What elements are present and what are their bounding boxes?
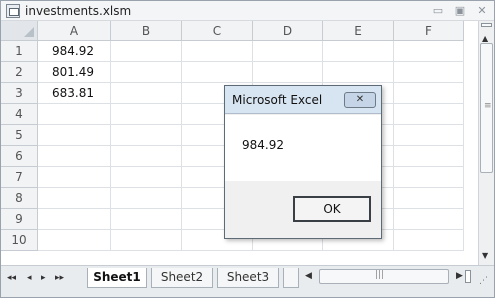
row-header-3[interactable]: 3 [1,83,38,104]
cell-b1[interactable] [111,41,182,62]
scroll-up-icon[interactable]: ▲ [482,34,488,43]
row-header-7[interactable]: 7 [1,167,38,188]
sheet-tab-bar: ◂◂ ◂ ▸ ▸▸ Sheet1 Sheet2 Sheet3 ◀ ||| ▶ ⋰ [1,265,494,297]
horizontal-split-box[interactable] [465,270,471,283]
cell-a1[interactable]: 984.92 [38,41,111,62]
cell-b8[interactable] [111,188,182,209]
grip-icon: ≡ [484,101,492,111]
first-sheet-icon[interactable]: ◂◂ [7,273,16,283]
row-header-4[interactable]: 4 [1,104,38,125]
cell-e1[interactable] [323,41,394,62]
cell-a4[interactable] [38,104,111,125]
resize-grip-icon[interactable]: ⋰ [479,276,488,286]
row-header-1[interactable]: 1 [1,41,38,62]
prev-sheet-icon[interactable]: ◂ [27,273,32,283]
cell-f4[interactable] [394,104,464,125]
cell-b9[interactable] [111,209,182,230]
column-header-b[interactable]: B [111,21,182,41]
row-header-8[interactable]: 8 [1,188,38,209]
row-header-10[interactable]: 10 [1,230,38,251]
row-header-5[interactable]: 5 [1,125,38,146]
tab-sheet1[interactable]: Sheet1 [87,268,147,288]
column-header-a[interactable]: A [38,21,111,41]
cell-a3[interactable]: 683.81 [38,83,111,104]
last-sheet-icon[interactable]: ▸▸ [55,273,64,283]
dialog-body: 984.92 [225,115,381,181]
cell-b4[interactable] [111,104,182,125]
cell-f9[interactable] [394,209,464,230]
cell-c1[interactable] [182,41,253,62]
tab-sheet3[interactable]: Sheet3 [217,268,279,288]
split-box[interactable] [481,23,492,27]
scroll-right-icon[interactable]: ▶ [456,271,463,281]
cell-d1[interactable] [253,41,323,62]
cell-b5[interactable] [111,125,182,146]
window-title: investments.xlsm [25,4,132,18]
column-header-f[interactable]: F [394,21,464,41]
tab-sheet2[interactable]: Sheet2 [151,268,213,288]
maximize-icon[interactable]: ▣ [453,4,467,18]
cell-b7[interactable] [111,167,182,188]
cell-b2[interactable] [111,62,182,83]
cell-d2[interactable] [253,62,323,83]
row-header-9[interactable]: 9 [1,209,38,230]
close-icon[interactable]: ✕ [475,4,489,18]
cell-f3[interactable] [394,83,464,104]
row-header-2[interactable]: 2 [1,62,38,83]
cell-f7[interactable] [394,167,464,188]
cell-a5[interactable] [38,125,111,146]
cell-c2[interactable] [182,62,253,83]
cell-b6[interactable] [111,146,182,167]
minimize-icon[interactable]: ▭ [431,4,445,18]
dialog-close-icon[interactable]: ✕ [344,92,376,108]
excel-window: investments.xlsm ▭ ▣ ✕ A B C D E F 1 984.92 2 801… [0,0,495,298]
insert-sheet-tab[interactable] [283,268,299,288]
cell-f2[interactable] [394,62,464,83]
row-header-6[interactable]: 6 [1,146,38,167]
vertical-scrollbar[interactable]: ▲ ≡ ▼ [478,21,494,265]
vertical-scroll-thumb[interactable]: ≡ [480,43,493,173]
cell-f5[interactable] [394,125,464,146]
select-all-corner[interactable] [1,21,38,41]
cell-a6[interactable] [38,146,111,167]
column-header-d[interactable]: D [253,21,323,41]
scroll-left-icon[interactable]: ◀ [305,271,312,281]
cell-f1[interactable] [394,41,464,62]
message-box: Microsoft Excel ✕ 984.92 OK [224,85,382,239]
horizontal-scroll-thumb[interactable]: ||| [319,269,449,284]
ok-button[interactable]: OK [293,196,371,222]
next-sheet-icon[interactable]: ▸ [41,273,46,283]
excel-document-icon[interactable] [6,4,20,18]
cell-e2[interactable] [323,62,394,83]
cell-f10[interactable] [394,230,464,251]
cell-a10[interactable] [38,230,111,251]
title-bar: investments.xlsm ▭ ▣ ✕ [1,1,494,21]
cell-a9[interactable] [38,209,111,230]
column-header-e[interactable]: E [323,21,394,41]
cell-a2[interactable]: 801.49 [38,62,111,83]
cell-f8[interactable] [394,188,464,209]
dialog-message: 984.92 [242,138,284,152]
cell-b10[interactable] [111,230,182,251]
cell-a8[interactable] [38,188,111,209]
column-header-c[interactable]: C [182,21,253,41]
dialog-title: Microsoft Excel [232,93,323,107]
cell-f6[interactable] [394,146,464,167]
grip-icon: ||| [375,270,385,280]
cell-a7[interactable] [38,167,111,188]
dialog-title-bar: Microsoft Excel ✕ [225,86,381,114]
cell-b3[interactable] [111,83,182,104]
scroll-down-icon[interactable]: ▼ [482,251,488,260]
